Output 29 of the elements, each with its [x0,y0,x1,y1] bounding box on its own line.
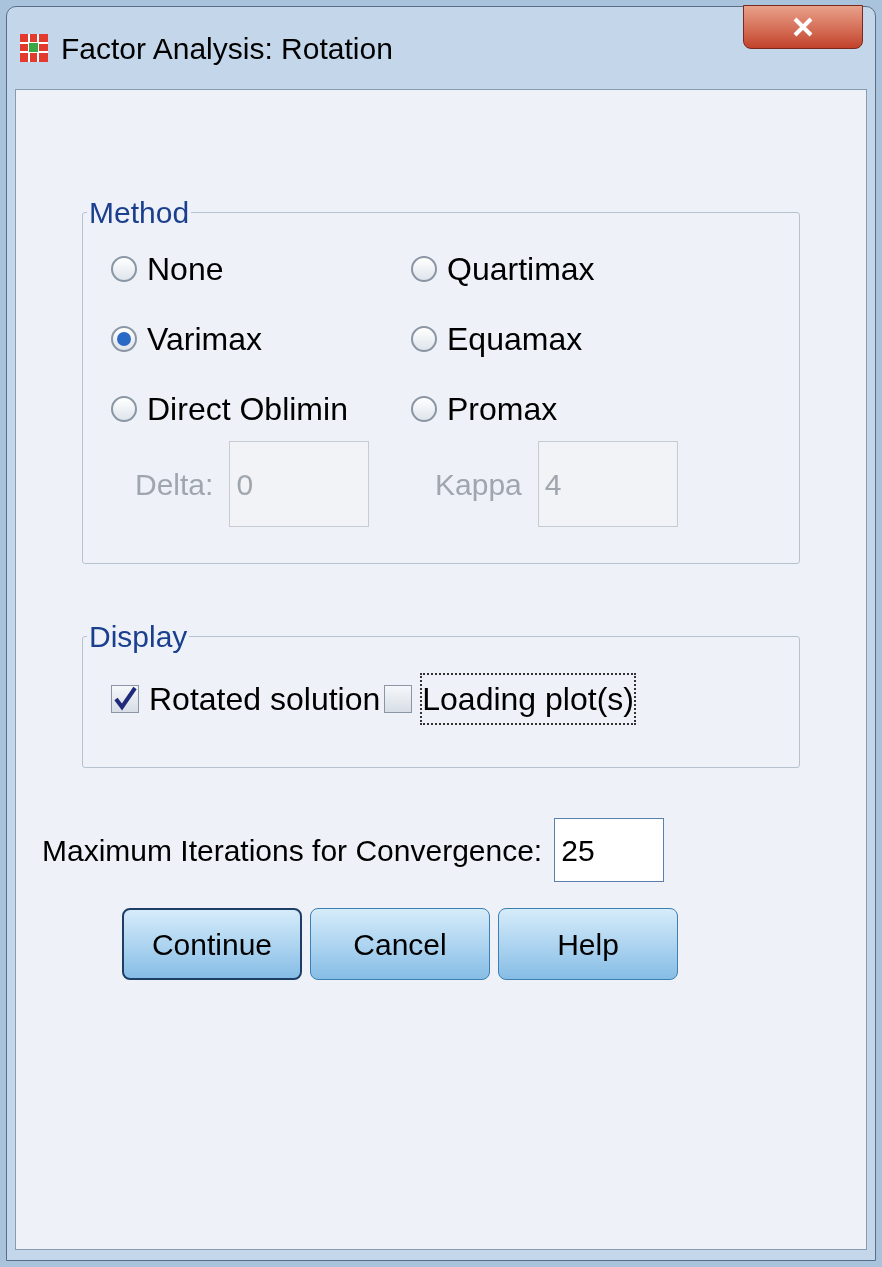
field-label: Delta: [135,466,214,503]
field-label: Maximum Iterations for Convergence: [42,832,543,869]
radio-option[interactable]: Varimax [111,315,262,363]
dialog-button[interactable]: Cancel [310,908,490,980]
radio-option[interactable]: Promax [411,385,558,433]
group-title: Display [88,619,189,655]
radio-button[interactable] [111,256,137,282]
checkbox[interactable] [111,685,139,713]
radio-button[interactable] [411,326,437,352]
checkbox-option[interactable]: Loading plot(s) [384,675,634,723]
field-label: Kappa [435,466,522,503]
dialog-button[interactable]: Continue [122,908,302,980]
close-button[interactable] [743,5,863,49]
checkbox-option[interactable]: Rotated solution [111,675,381,723]
radio-button[interactable] [111,396,137,422]
group-title: Method [88,195,191,231]
radio-option[interactable]: Quartimax [411,245,595,293]
checkbox[interactable] [384,685,413,713]
radio-option[interactable]: Direct Oblimin [111,385,348,433]
radio-button[interactable] [411,256,437,282]
grid-icon [19,33,49,63]
radio-button[interactable] [411,396,437,422]
radio-option[interactable]: Equamax [411,315,583,363]
radio-button[interactable] [111,326,137,352]
close-icon [792,16,814,38]
input-field[interactable]: 25 [554,818,665,882]
dialog-button[interactable]: Help [498,908,678,980]
radio-option[interactable]: None [111,245,224,293]
window-title: Factor Analysis: Rotation [61,30,393,67]
